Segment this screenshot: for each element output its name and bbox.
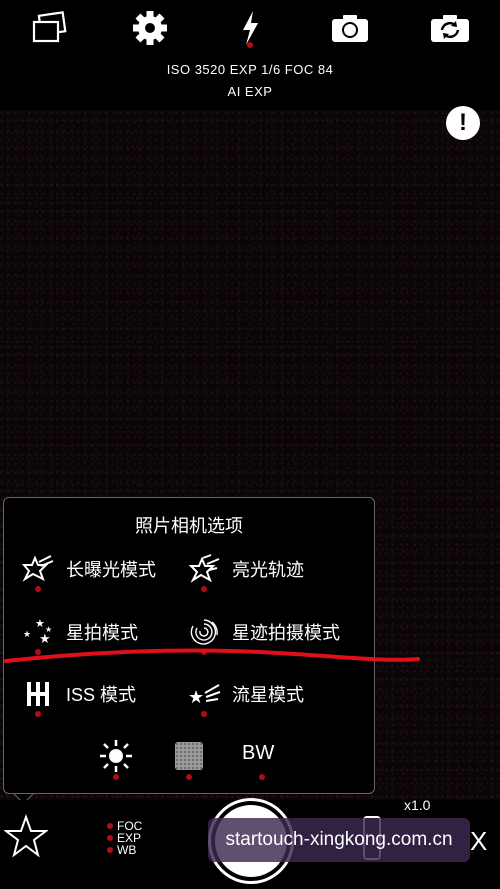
option-star-trail[interactable]: 星迹拍摄模式: [186, 615, 340, 655]
noise-texture-icon: [175, 742, 203, 770]
camera-icon[interactable]: [328, 6, 372, 50]
option-iss[interactable]: ISS 模式: [20, 677, 137, 717]
ai-exp-label[interactable]: AI EXP: [0, 84, 500, 99]
option-light-trail[interactable]: 亮光轨迹: [186, 552, 304, 592]
wb-dot: [107, 847, 113, 853]
star-mode-button[interactable]: [2, 814, 49, 858]
option-dot: [113, 774, 119, 780]
option-star-mode[interactable]: ★ ★ ★ ★ 星拍模式: [20, 615, 138, 655]
light-trail-icon: [186, 552, 222, 592]
option-label: 星迹拍摄模式: [232, 623, 340, 643]
svg-text:★: ★: [23, 630, 31, 640]
long-exposure-icon: [20, 552, 56, 592]
bw-label: BW: [242, 742, 275, 764]
option-meteor[interactable]: ★ 流星模式: [186, 677, 304, 717]
gear-icon[interactable]: [128, 6, 172, 50]
svg-text:★: ★: [39, 632, 51, 647]
option-dot: [259, 774, 265, 780]
star-trail-icon: [186, 615, 222, 655]
option-dot: [186, 774, 192, 780]
close-button[interactable]: X: [470, 826, 487, 857]
option-label: 长曝光模式: [66, 560, 156, 580]
option-label: 流星模式: [232, 685, 304, 705]
panel-title: 照片相机选项: [135, 516, 243, 536]
photo-options-panel: 照片相机选项 长曝光模式 亮光轨迹 ★ ★ ★ ★ 星拍模式 星迹拍摄模式 IS…: [3, 497, 375, 794]
iss-icon: [20, 677, 56, 717]
option-dot: [35, 586, 41, 592]
foc-exp-wb-group[interactable]: FOC EXP WB: [107, 820, 142, 857]
switch-camera-icon[interactable]: [428, 6, 472, 50]
svg-text:★: ★: [188, 687, 204, 708]
option-dot: [201, 649, 207, 655]
star-icon: [2, 814, 49, 858]
meteor-icon: ★: [186, 677, 222, 717]
svg-text:★: ★: [45, 625, 52, 634]
option-label: ISS 模式: [66, 685, 137, 705]
exposure-info: ISO 3520 EXP 1/6 FOC 84: [166, 62, 334, 77]
foc-dot: [107, 823, 113, 829]
option-label: 亮光轨迹: [232, 560, 304, 580]
bw-button[interactable]: BW: [242, 742, 282, 780]
wb-label: WB: [117, 843, 137, 857]
option-long-exposure[interactable]: 长曝光模式: [20, 552, 156, 592]
top-toolbar: ISO 3520 EXP 1/6 FOC 84 AI EXP: [0, 0, 500, 110]
noise-filter-button[interactable]: [175, 742, 203, 780]
star-mode-icon: ★ ★ ★ ★: [20, 615, 56, 655]
sun-icon: [100, 740, 132, 772]
option-dot: [35, 649, 41, 655]
watermark: startouch-xingkong.com.cn: [208, 818, 470, 862]
brightness-button[interactable]: [98, 738, 134, 780]
exp-dot: [107, 835, 113, 841]
gallery-icon[interactable]: [27, 6, 71, 50]
option-dot: [201, 711, 207, 717]
warning-icon[interactable]: !: [446, 106, 480, 140]
svg-text:★: ★: [35, 617, 45, 630]
flash-indicator-dot: [247, 42, 253, 48]
option-dot: [35, 711, 41, 717]
option-dot: [201, 586, 207, 592]
option-label: 星拍模式: [66, 623, 138, 643]
zoom-level[interactable]: x1.0: [404, 797, 430, 813]
